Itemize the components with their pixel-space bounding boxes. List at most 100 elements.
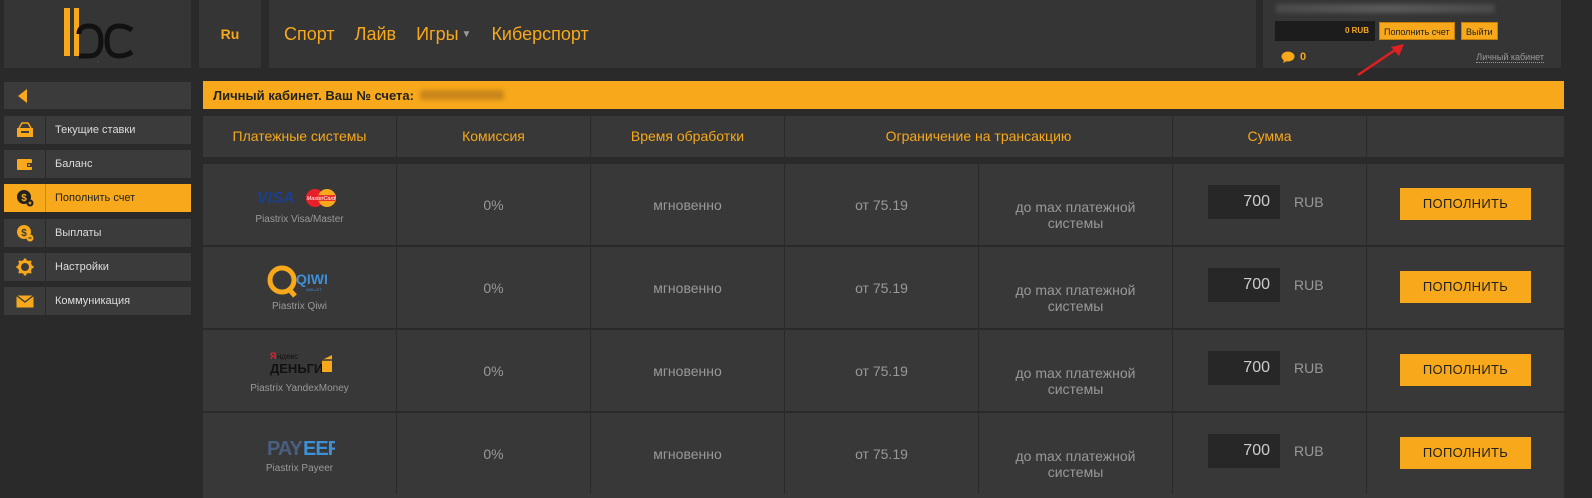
sidebar-item-payouts[interactable]: $ Выплаты [4,219,191,247]
action-cell: ПОПОЛНИТЬ [1367,413,1564,494]
commission-cell: 0% [397,247,591,328]
language-selector[interactable]: Ru [199,0,261,68]
arrow-left-icon [18,88,27,103]
nav-sport[interactable]: Спорт [284,24,335,45]
amount-input[interactable]: 700 [1208,184,1280,219]
gear-icon [4,253,46,281]
logout-button[interactable]: Выйти [1461,22,1498,40]
commission-cell: 0% [397,413,591,494]
processing-time-cell: мгновенно [591,164,785,245]
nav-esports[interactable]: Киберспорт [491,24,588,45]
payment-system-name: Piastrix Qiwi [271,300,327,312]
sidebar-item-label: Коммуникация [55,295,131,307]
currency-label: RUB [1294,193,1324,210]
svg-text:Я: Я [270,351,276,361]
account-panel: 0 RUB Пополнить счет Выйти 0 Личный каби… [1263,0,1561,68]
action-cell: ПОПОЛНИТЬ [1367,164,1564,245]
table-row: PAY EER Piastrix Payeer 0% мгновенно от … [203,413,1564,498]
cabinet-link[interactable]: Личный кабинет [1476,52,1544,63]
sidebar-item-current-bets[interactable]: Текущие ставки [4,116,191,144]
visa-mastercard-logo-icon: VISA MasterCard [257,188,336,207]
payment-system-name: Piastrix Payeer [265,462,334,474]
chevron-down-icon: ▼ [461,29,472,41]
payment-system-cell: Я ндекс ДЕНЬГИ Piastrix YandexMoney [203,330,397,411]
table-row: Я ндекс ДЕНЬГИ Piastrix YandexMoney 0% м… [203,330,1564,411]
action-cell: ПОПОЛНИТЬ [1367,247,1564,328]
currency-label: RUB [1294,442,1324,459]
sidebar-item-label: Настройки [55,261,109,273]
table-header: Платежные системы Комиссия Время обработ… [203,116,1564,157]
commission-cell: 0% [397,164,591,245]
sidebar-item-label: Текущие ставки [55,124,136,136]
min-limit-cell: от 75.19 [785,413,979,494]
language-label: Ru [220,26,240,42]
min-limit-cell: от 75.19 [785,247,979,328]
svg-text:1bc: 1bc [97,61,99,63]
column-header-payment-systems: Платежные системы [203,116,397,157]
deposit-button[interactable]: ПОПОЛНИТЬ [1400,436,1531,469]
account-number-redacted [419,90,504,100]
wallet-icon [4,150,46,178]
max-limit-cell: до max платежной системы [979,413,1173,494]
nav-games-label: Игры [416,23,459,44]
table-row: VISA MasterCard Piastrix Visa/Master 0% … [203,164,1564,245]
amount-cell: 700 RUB [1173,164,1367,245]
svg-text:EER: EER [303,438,335,460]
processing-time-cell: мгновенно [591,413,785,494]
max-limit-cell: до max платежной системы [979,330,1173,411]
svg-text:PAY: PAY [267,438,303,460]
messages-indicator[interactable]: 0 [1281,51,1306,63]
svg-text:ндекс: ндекс [277,352,298,361]
sidebar-item-label: Пополнить счет [55,192,136,204]
sidebar-item-balance[interactable]: Баланс [4,150,191,178]
deposit-header-button[interactable]: Пополнить счет [1379,22,1455,40]
table-row: QIWI WALLET Piastrix Qiwi 0% мгновенно о… [203,247,1564,328]
sidebar-item-label: Выплаты [55,227,102,239]
envelope-icon [4,287,46,315]
currency-label: RUB [1294,276,1324,293]
page-title: Личный кабинет. Ваш № счета: [213,87,414,103]
sidebar-item-deposit[interactable]: $ Пополнить счет [4,184,191,212]
sidebar-back-button[interactable] [4,82,191,109]
payment-system-name: Piastrix YandexMoney [250,382,349,394]
deposit-button[interactable]: ПОПОЛНИТЬ [1400,187,1531,220]
action-cell: ПОПОЛНИТЬ [1367,330,1564,411]
amount-input[interactable]: 700 [1208,267,1280,302]
payment-system-cell: PAY EER Piastrix Payeer [203,413,397,494]
column-header-amount: Сумма [1173,116,1367,157]
sidebar-item-label: Баланс [55,158,93,170]
amount-input[interactable]: 700 [1208,433,1280,468]
account-id-redacted [1275,4,1495,13]
bets-icon [4,116,46,144]
logo-1bc-icon: 1bc [63,8,133,63]
chat-bubble-icon [1281,51,1295,63]
column-header-commission: Комиссия [397,116,591,157]
site-logo[interactable]: 1bc [4,0,191,68]
column-header-action [1367,116,1564,157]
min-limit-cell: от 75.19 [785,164,979,245]
max-limit-cell: до max платежной системы [979,164,1173,245]
nav-games[interactable]: Игры ▼ [416,24,471,45]
processing-time-cell: мгновенно [591,247,785,328]
amount-cell: 700 RUB [1173,413,1367,494]
deposit-button[interactable]: ПОПОЛНИТЬ [1400,353,1531,386]
column-header-limits: Ограничение на трансакцию [785,116,1173,157]
min-limit-cell: от 75.19 [785,330,979,411]
processing-time-cell: мгновенно [591,330,785,411]
payment-system-cell: QIWI WALLET Piastrix Qiwi [203,247,397,328]
max-limit-cell: до max платежной системы [979,247,1173,328]
svg-text:WALLET: WALLET [306,287,322,292]
payeer-logo-icon: PAY EER [267,438,335,460]
currency-label: RUB [1294,359,1324,376]
sidebar-item-communication[interactable]: Коммуникация [4,287,191,315]
amount-input[interactable]: 700 [1208,350,1280,385]
svg-text:$: $ [21,193,27,204]
balance-display: 0 RUB [1275,21,1375,41]
svg-text:QIWI: QIWI [296,271,328,287]
nav-live[interactable]: Лайв [355,24,396,45]
svg-text:$: $ [21,228,27,239]
messages-count: 0 [1300,51,1307,63]
amount-cell: 700 RUB [1173,330,1367,411]
sidebar-item-settings[interactable]: Настройки [4,253,191,281]
deposit-button[interactable]: ПОПОЛНИТЬ [1400,270,1531,303]
